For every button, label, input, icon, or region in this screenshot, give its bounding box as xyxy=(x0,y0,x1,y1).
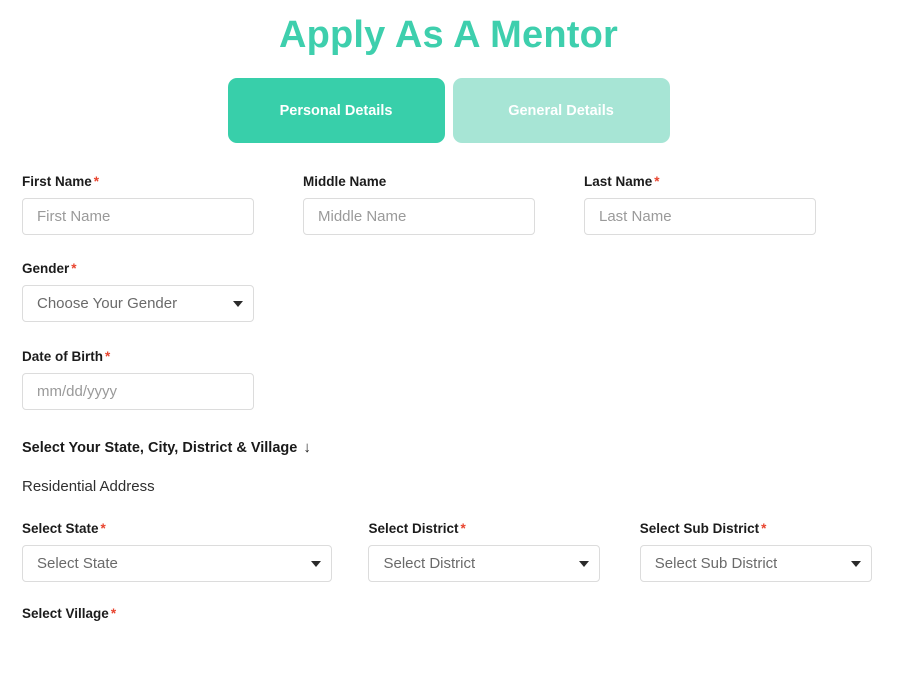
first-name-required-marker: * xyxy=(93,174,100,189)
address-select-row: Select State * Select State Select Distri… xyxy=(22,521,875,582)
tab-general-details[interactable]: General Details xyxy=(452,78,670,143)
gender-label: Gender * xyxy=(22,261,254,276)
gender-select[interactable]: Choose Your Gender xyxy=(22,285,254,322)
select-village-label-text: Select Village xyxy=(22,606,109,621)
select-sub-district-selected-value: Select Sub District xyxy=(654,555,778,572)
tab-bar: Personal Details General Details xyxy=(0,78,897,143)
select-state-label-text: Select State xyxy=(22,521,99,536)
select-state-field: Select State * Select State xyxy=(22,521,368,582)
select-sub-district-dropdown[interactable]: Select Sub District xyxy=(639,545,872,582)
location-section-heading-text: Select Your State, City, District & Vill… xyxy=(22,440,298,456)
tab-general-details-label: General Details xyxy=(508,102,614,119)
select-village-label: Select Village * xyxy=(22,606,875,621)
page-title: Apply As A Mentor xyxy=(278,14,619,56)
chevron-down-icon xyxy=(233,300,243,307)
middle-name-field: Middle Name xyxy=(303,174,584,235)
select-district-dropdown[interactable]: Select District xyxy=(368,545,601,582)
gender-selected-value: Choose Your Gender xyxy=(37,295,178,312)
date-of-birth-label-text: Date of Birth xyxy=(22,349,103,364)
select-district-field: Select District * Select District xyxy=(368,521,639,582)
first-name-field: First Name * xyxy=(22,174,303,235)
select-sub-district-field: Select Sub District * Select Sub District xyxy=(639,521,875,582)
chevron-down-icon xyxy=(579,560,590,567)
tab-personal-details[interactable]: Personal Details xyxy=(227,78,445,143)
gender-row: Gender * Choose Your Gender xyxy=(22,261,875,322)
middle-name-label-text: Middle Name xyxy=(303,174,387,189)
date-of-birth-required-marker: * xyxy=(105,349,111,364)
first-name-input[interactable] xyxy=(22,198,254,235)
last-name-label-text: Last Name xyxy=(584,174,653,189)
last-name-field: Last Name * xyxy=(584,174,865,235)
chevron-down-icon xyxy=(850,560,861,567)
select-district-required-marker: * xyxy=(460,521,466,536)
chevron-down-icon xyxy=(311,560,321,567)
select-village-required-marker: * xyxy=(110,606,117,621)
gender-required-marker: * xyxy=(71,261,77,276)
middle-name-required-marker xyxy=(386,174,388,189)
select-sub-district-label: Select Sub District * xyxy=(640,521,872,536)
name-row: First Name* Middle Name Last Name* xyxy=(22,174,875,235)
last-name-input[interactable] xyxy=(584,198,816,235)
select-state-selected-value: Select State xyxy=(37,555,118,572)
date-of-birth-row: Date of Birth * xyxy=(22,349,875,410)
select-state-label: Select State * xyxy=(22,521,332,536)
select-state-dropdown[interactable]: Select State xyxy=(22,545,332,582)
apply-as-mentor-page: Apply As A Mentor Personal Details Gener… xyxy=(0,0,897,680)
select-district-selected-value: Select District xyxy=(383,555,476,572)
select-district-label: Select District * xyxy=(368,521,600,536)
personal-details-form: First Name* Middle Name Last Name* xyxy=(0,174,897,621)
first-name-label-text: First Name xyxy=(22,174,92,189)
select-sub-district-label-text: Select Sub District xyxy=(639,521,760,536)
date-of-birth-input[interactable] xyxy=(22,373,254,410)
date-of-birth-field: Date of Birth * xyxy=(22,349,303,410)
middle-name-input[interactable] xyxy=(303,198,535,235)
arrow-down-icon: ↓ xyxy=(303,439,311,456)
location-section-heading: Select Your State, City, District & Vill… xyxy=(22,439,875,456)
select-district-label-text: Select District xyxy=(368,521,459,536)
date-of-birth-label: Date of Birth * xyxy=(22,349,254,364)
select-state-required-marker: * xyxy=(100,521,106,536)
middle-name-label: Middle Name xyxy=(303,174,535,189)
last-name-required-marker: * xyxy=(654,174,660,189)
tab-personal-details-label: Personal Details xyxy=(279,102,393,119)
select-sub-district-required-marker: * xyxy=(761,521,767,536)
gender-field: Gender * Choose Your Gender xyxy=(22,261,303,322)
gender-label-text: Gender xyxy=(22,261,70,276)
first-name-label: First Name * xyxy=(22,174,254,189)
residential-address-subheading: Residential Address xyxy=(22,478,155,495)
last-name-label: Last Name * xyxy=(584,174,816,189)
